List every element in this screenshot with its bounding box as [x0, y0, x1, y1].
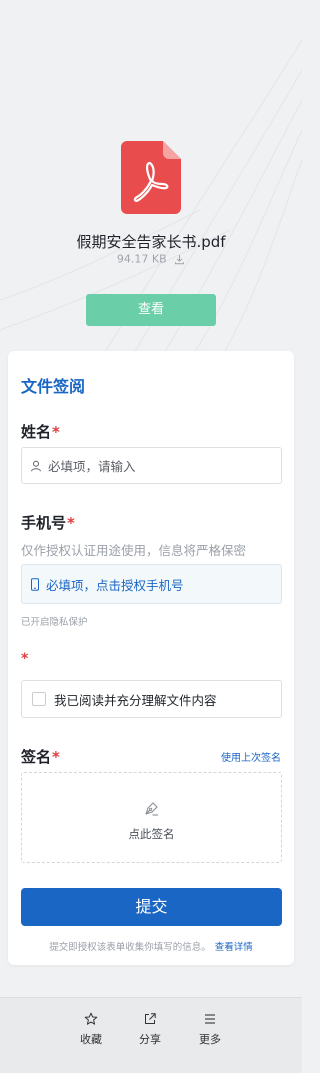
file-size: 94.17 KB [116, 252, 167, 266]
required-mark: * [52, 748, 60, 766]
footer-note: 提交即授权该表单收集你填写的信息。 查看详情 [8, 939, 294, 953]
file-header: 假期安全告家长书.pdf 94.17 KB 查看 [0, 0, 302, 350]
phone-label-text: 手机号 [21, 514, 67, 532]
user-icon [31, 460, 41, 471]
signature-label-text: 签名 [21, 748, 52, 766]
name-input[interactable]: 必填项，请输入 [21, 447, 282, 484]
nav-more[interactable]: 更多 [190, 1012, 230, 1047]
bottom-nav: 收藏 分享 更多 [0, 997, 302, 1073]
footer-note-text: 提交即授权该表单收集你填写的信息。 [49, 942, 211, 953]
phone-label: 手机号* [21, 512, 75, 533]
star-icon [84, 1012, 98, 1025]
agree-checkbox-label: 我已阅读并充分理解文件内容 [54, 692, 217, 708]
name-label-text: 姓名 [21, 423, 52, 441]
pen-icon [145, 802, 158, 816]
phone-authorize-text: 必填项，点击授权手机号 [46, 577, 184, 593]
nav-share[interactable]: 分享 [130, 1012, 170, 1047]
menu-icon [205, 1014, 215, 1024]
phone-hint: 仅作授权认证用途使用，信息将严格保密 [21, 543, 247, 558]
name-input-placeholder: 必填项，请输入 [48, 459, 136, 474]
view-details-link[interactable]: 查看详情 [215, 942, 253, 953]
nav-share-label: 分享 [139, 1033, 161, 1046]
use-last-signature-link[interactable]: 使用上次签名 [221, 749, 281, 764]
nav-favorite-label: 收藏 [80, 1033, 102, 1046]
file-name: 假期安全告家长书.pdf [76, 233, 226, 251]
agree-checkbox-row[interactable]: 我已阅读并充分理解文件内容 [21, 680, 282, 718]
privacy-note: 已开启隐私保护 [21, 617, 88, 628]
signature-pad[interactable]: 点此签名 [21, 772, 282, 863]
signature-prompt: 点此签名 [128, 827, 175, 841]
phone-icon [31, 577, 39, 591]
name-label: 姓名* [21, 421, 60, 442]
nav-more-label: 更多 [199, 1033, 221, 1046]
required-mark: * [21, 651, 29, 667]
pdf-file-icon [121, 141, 181, 214]
submit-button[interactable]: 提交 [21, 888, 282, 926]
nav-favorite[interactable]: 收藏 [71, 1012, 111, 1047]
required-mark: * [67, 514, 75, 532]
phone-authorize-button[interactable]: 必填项，点击授权手机号 [21, 564, 282, 604]
view-button[interactable]: 查看 [86, 294, 216, 326]
required-mark: * [52, 423, 60, 441]
sign-form-card: 文件签阅 姓名* 必填项，请输入 手机号* 仅作授权认证用途使用，信息将严格保密… [8, 351, 294, 965]
agree-checkbox[interactable] [32, 692, 46, 706]
share-icon [145, 1013, 156, 1024]
download-icon[interactable] [174, 254, 185, 265]
signature-label: 签名* [21, 746, 60, 767]
file-size-row: 94.17 KB [0, 252, 302, 266]
form-title: 文件签阅 [21, 377, 86, 396]
